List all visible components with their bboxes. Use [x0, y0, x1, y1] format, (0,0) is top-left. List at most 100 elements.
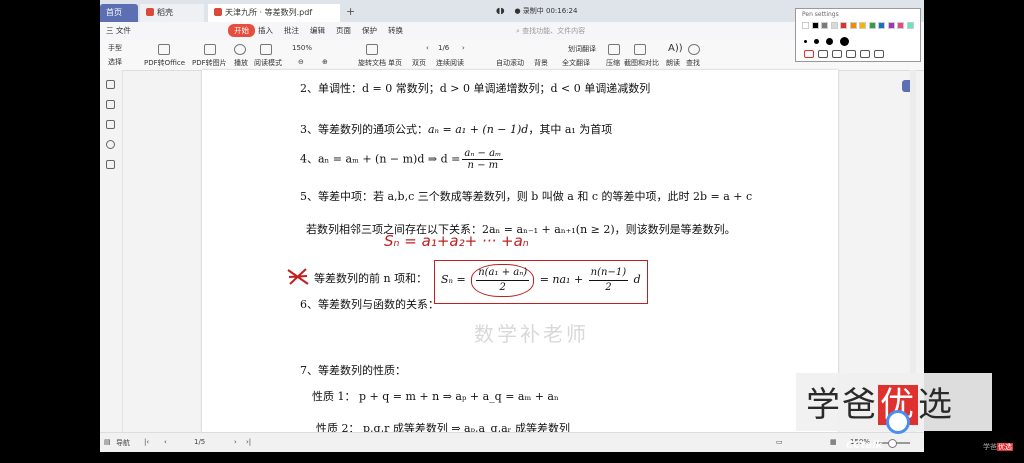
status-bar: ▤ 导航 |‹ ‹ 1/5 › ›| ▭ ▦ 150%	[100, 432, 924, 452]
color-swatch[interactable]	[859, 22, 866, 29]
select-tool[interactable]: 选择	[108, 57, 122, 67]
color-swatch[interactable]	[830, 22, 838, 29]
left-sidebar	[100, 70, 123, 432]
highlighter-icon[interactable]	[818, 50, 828, 58]
double-page-button[interactable]: 双页	[412, 58, 426, 68]
tab-docer[interactable]: 稻壳	[140, 4, 204, 22]
sum-formula-middle: = na₁ +	[539, 273, 584, 286]
zoom-slider-handle[interactable]	[888, 439, 897, 448]
read-aloud-button[interactable]: 朗读	[666, 58, 680, 68]
pen-size-small[interactable]	[804, 40, 807, 43]
marker-icon[interactable]	[832, 50, 842, 58]
page-indicator[interactable]: 1/6	[438, 44, 449, 52]
find-button[interactable]: 查找	[686, 58, 700, 68]
comment-icon[interactable]	[106, 120, 115, 129]
thumbnail-icon[interactable]	[106, 100, 115, 109]
zoom-level[interactable]: 150%	[292, 44, 312, 52]
pdf-to-image-button[interactable]: PDF转图片	[192, 58, 227, 68]
tab-home[interactable]: 首页	[100, 4, 138, 22]
continuous-read-button[interactable]: 连续阅读	[436, 58, 464, 68]
menu-convert[interactable]: 转换	[388, 25, 403, 36]
corner-watermark-b: 优选	[997, 443, 1013, 451]
menu-insert[interactable]: 插入	[258, 25, 273, 36]
color-swatch[interactable]	[802, 22, 809, 29]
compress-button[interactable]: 压缩	[606, 58, 620, 68]
prev-page-status-icon[interactable]: ‹	[164, 438, 167, 446]
compress-icon	[608, 44, 620, 55]
zoom-out-icon[interactable]: ⊖	[298, 58, 304, 66]
common-difference-denominator: n − m	[467, 160, 499, 171]
docer-icon	[146, 8, 154, 16]
menu-edit[interactable]: 编辑	[310, 25, 325, 36]
menu-page[interactable]: 页面	[336, 25, 351, 36]
clear-icon[interactable]	[860, 50, 870, 58]
word-translate-button[interactable]: 划词翻译	[568, 44, 596, 54]
undo-icon[interactable]	[874, 50, 884, 58]
watermark-text: 数学补老师	[474, 322, 589, 346]
color-swatch[interactable]	[868, 22, 876, 29]
next-page-icon[interactable]: ›	[462, 44, 465, 52]
play-icon	[234, 44, 246, 55]
general-term-formula: aₙ = a₁ + (n − 1)d	[428, 123, 529, 136]
search-input[interactable]: ⌕ 查找功能、文件内容	[516, 26, 585, 36]
general-term-label: 3、等差数列的通项公式：	[300, 123, 428, 136]
view-mode-icon[interactable]: ▦	[830, 438, 837, 446]
pen-size-medium[interactable]	[814, 39, 819, 44]
color-swatch[interactable]	[811, 22, 819, 29]
last-page-icon[interactable]: ›|	[246, 438, 251, 446]
fit-page-icon[interactable]: ▭	[776, 438, 783, 446]
bookmark-icon[interactable]	[106, 80, 115, 89]
nav-icon[interactable]: ▤	[104, 438, 111, 446]
menu-start[interactable]: 开始	[228, 24, 255, 37]
play-button[interactable]: 播放	[234, 58, 248, 68]
status-page-indicator[interactable]: 1/5	[194, 438, 205, 446]
tab-pdf-document[interactable]: 天津九所 · 等差数列.pdf	[208, 4, 340, 22]
attachment-icon[interactable]	[106, 140, 115, 149]
sum-denominator-2: 2	[605, 281, 612, 293]
doc-line-general-term: 3、等差数列的通项公式：aₙ = a₁ + (n − 1)d，其中 a₁ 为首项	[300, 121, 612, 137]
pen-tool-icon[interactable]	[804, 50, 814, 58]
zoom-in-icon[interactable]: ⊕	[322, 58, 328, 66]
color-swatch[interactable]	[840, 22, 847, 29]
menu-file[interactable]: 三 文件	[106, 25, 131, 36]
color-swatch[interactable]	[906, 22, 914, 29]
color-swatch[interactable]	[849, 22, 857, 29]
new-tab-button[interactable]: +	[346, 5, 355, 18]
logo-text: 学爸优选	[806, 377, 954, 426]
find-icon	[688, 44, 700, 55]
sum-formula-lhs: Sₙ =	[441, 273, 466, 286]
pen-size-large[interactable]	[826, 38, 833, 45]
pen-palette: Pen settings	[795, 8, 921, 62]
doc-line-properties: 7、等差数列的性质：	[300, 364, 406, 377]
signature-icon[interactable]	[106, 160, 115, 169]
common-difference-fraction: aₙ − aₘ n − m	[462, 148, 504, 171]
menu-protect[interactable]: 保护	[362, 25, 377, 36]
color-swatch[interactable]	[887, 22, 895, 29]
color-swatch[interactable]	[878, 22, 885, 29]
read-mode-button[interactable]: 阅读模式	[254, 58, 282, 68]
sum-numerator-1: n(a₁ + aₙ)	[476, 266, 530, 281]
color-swatch[interactable]	[897, 22, 904, 29]
hand-tool[interactable]: 手型	[108, 43, 122, 53]
pdf-to-office-button[interactable]: PDF转Office	[144, 58, 185, 68]
eraser-icon[interactable]	[846, 50, 856, 58]
doc-line-monotonicity: 2、单调性：d = 0 常数列；d > 0 单调递增数列；d < 0 单调递减数…	[300, 82, 651, 95]
pen-size-xlarge[interactable]	[840, 37, 849, 46]
first-page-icon[interactable]: |‹	[144, 438, 149, 446]
nav-label[interactable]: 导航	[116, 438, 130, 448]
common-difference-lhs: 4、aₙ = aₘ + (n − m)d ⇒ d =	[300, 152, 461, 166]
color-swatch[interactable]	[821, 22, 828, 29]
screenshot-compare-button[interactable]: 截图和对比	[624, 58, 659, 68]
rotate-button[interactable]: 旋转文档	[358, 58, 386, 68]
full-translate-button[interactable]: 全文翻译	[562, 58, 590, 68]
menu-comment[interactable]: 批注	[284, 25, 299, 36]
next-page-status-icon[interactable]: ›	[234, 438, 237, 446]
single-page-button[interactable]: 单页	[388, 58, 402, 68]
auto-scroll-button[interactable]: 自动滚动	[496, 58, 524, 68]
handwritten-star-mark	[287, 268, 309, 285]
background-button[interactable]: 背景	[534, 58, 548, 68]
logo-text-a: 学爸	[806, 385, 878, 425]
sum-numerator-2: n(n−1)	[588, 266, 629, 281]
prev-page-icon[interactable]: ‹	[426, 44, 429, 52]
recording-label: ● 录制中 00:16:24	[514, 7, 578, 15]
